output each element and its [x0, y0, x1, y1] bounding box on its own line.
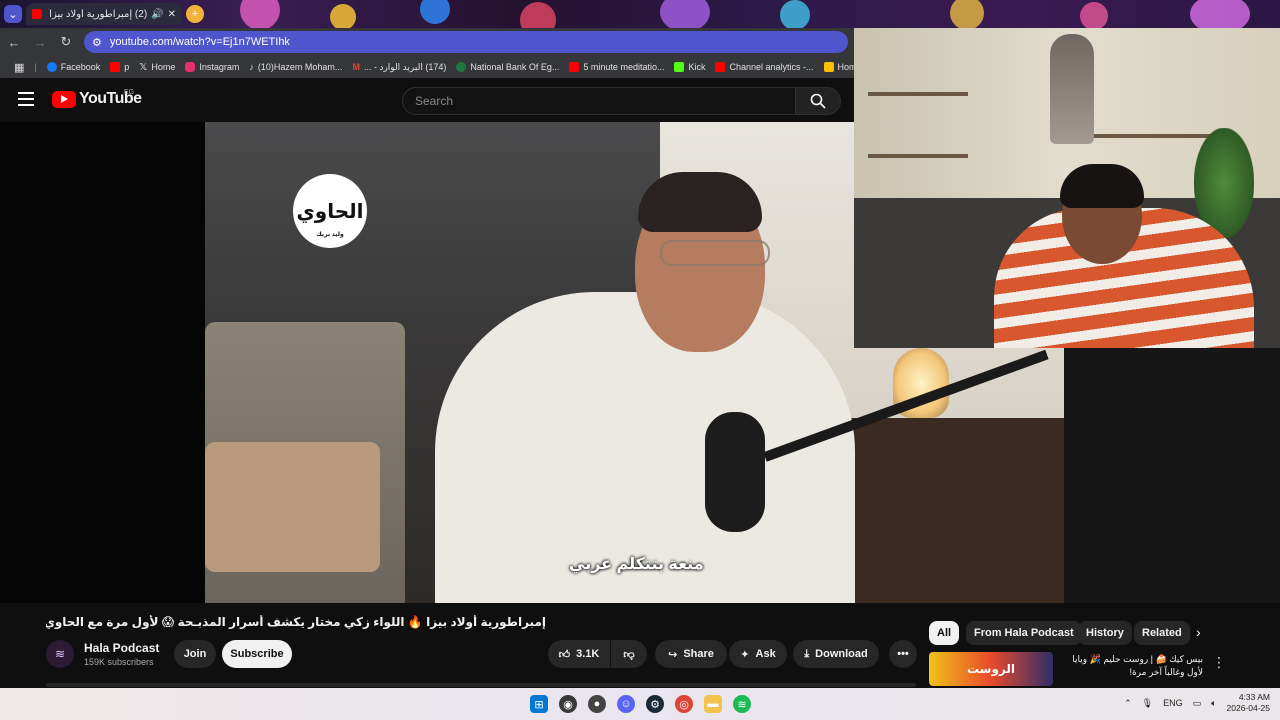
video-info-area: إمبراطورية أولاد بيزا 🔥 اللواء زكي مختار…	[0, 603, 1280, 688]
tray-overflow-icon[interactable]: ⌃	[1124, 698, 1132, 709]
share-arrow-icon: ↪	[668, 648, 678, 661]
bookmark-instagram[interactable]: Instagram	[185, 62, 239, 72]
like-count: 3.1K	[576, 648, 600, 660]
hamburger-menu-icon[interactable]	[18, 92, 34, 106]
system-tray: ⌃ 🎙︎ ENG ▭ 🔈︎ 4:33 AM 2026-04-25	[1124, 692, 1270, 714]
bookmark-channel-analytics[interactable]: Channel analytics -...	[715, 62, 814, 72]
kick-icon	[674, 62, 685, 72]
youtube-favicon-icon	[32, 9, 42, 19]
like-button[interactable]: 👍︎ 3.1K	[548, 640, 610, 668]
region-code: EG	[124, 89, 135, 96]
file-explorer-icon[interactable]: ▬	[704, 695, 722, 713]
clock[interactable]: 4:33 AM 2026-04-25	[1227, 692, 1270, 714]
facebook-icon	[46, 62, 57, 72]
youtube-icon	[110, 62, 121, 72]
channel-name[interactable]: Hala Podcast	[84, 641, 159, 655]
reload-icon[interactable]: ↻	[58, 34, 74, 50]
language-indicator[interactable]: ENG	[1163, 698, 1183, 708]
subscriber-count: 159K subscribers	[84, 657, 154, 667]
spotify-icon[interactable]: ≋	[733, 695, 751, 713]
back-icon[interactable]: ←	[6, 34, 22, 50]
tab-active[interactable]: (2) إمبراطورية أولاد بيزا 🔊 ✕	[26, 3, 182, 25]
close-tab-icon[interactable]: ✕	[168, 9, 176, 20]
channel-watermark-logo: الحاوي وليد بريك	[293, 174, 367, 248]
forward-icon[interactable]: →	[32, 34, 48, 50]
network-icon[interactable]: ▭	[1193, 698, 1202, 709]
x-icon: 𝕏	[139, 61, 148, 73]
video-subtitle: منعة بتتكلم عربي	[569, 556, 704, 573]
search-placeholder: Search	[415, 94, 454, 108]
new-tab-button[interactable]: +	[186, 5, 204, 23]
bookmark-home-drive[interactable]: Home -	[823, 62, 854, 72]
join-button[interactable]: Join	[174, 640, 216, 668]
bookmark-tiktok[interactable]: ♪ (10)Hazem Moham...	[249, 62, 342, 72]
site-info-icon[interactable]: ⚙	[92, 36, 102, 49]
instagram-icon	[185, 62, 196, 72]
bookmark-nbe[interactable]: National Bank Of Eg...	[456, 62, 559, 72]
bookmark-facebook[interactable]: Facebook	[46, 62, 100, 72]
bookmark-home-x[interactable]: 𝕏 Home	[139, 62, 175, 73]
ask-button[interactable]: ✦ Ask	[729, 640, 787, 668]
webcam-overlay	[854, 28, 1280, 348]
recommendation-thumbnail[interactable]: الروست	[929, 652, 1053, 686]
channel-avatar[interactable]: ≋	[46, 640, 74, 668]
youtube-header: YouTube EG Search	[0, 78, 854, 122]
dislike-button[interactable]: 👎︎	[611, 640, 647, 668]
app-icon-1[interactable]: ◉	[559, 695, 577, 713]
download-button[interactable]: ⤓ Download	[793, 640, 879, 668]
discord-icon[interactable]: ☺	[617, 695, 635, 713]
url-text: youtube.com/watch?v=Ej1n7WETIhk	[109, 36, 290, 48]
share-button[interactable]: ↪ Share	[655, 640, 727, 668]
windows-start-icon[interactable]: ⊞	[530, 695, 548, 713]
recommendation-menu-icon[interactable]: ⋮	[1212, 654, 1226, 671]
microphone-icon[interactable]: 🎙︎	[1142, 698, 1153, 709]
thumbs-down-icon: 👎︎	[623, 648, 635, 661]
bookmark-kick[interactable]: Kick	[674, 62, 705, 72]
video-title: إمبراطورية أولاد بيزا 🔥 اللواء زكي مختار…	[46, 615, 546, 629]
search-input[interactable]: Search	[402, 87, 796, 115]
more-dots-icon: •••	[897, 648, 909, 660]
thumbs-up-icon: 👍︎	[558, 648, 571, 661]
volume-icon[interactable]: 🔈︎	[1211, 698, 1216, 709]
drive-icon	[823, 62, 834, 72]
sparkle-icon: ✦	[740, 648, 750, 661]
bookmark-p[interactable]: p	[110, 62, 129, 72]
bookmarks-bar: ▦ | Facebook p 𝕏 Home Instagram ♪ (10)Haze…	[0, 56, 854, 78]
subscribe-button[interactable]: Subscribe	[222, 640, 292, 668]
address-bar[interactable]: ⚙ youtube.com/watch?v=Ej1n7WETIhk	[84, 31, 848, 53]
bookmark-gmail[interactable]: M (174) البريد الوارد - ...	[352, 62, 446, 73]
chip-related[interactable]: Related	[1134, 621, 1190, 645]
youtube-play-icon	[52, 90, 76, 108]
app-icon-2[interactable]: ●	[588, 695, 606, 713]
apps-grid-icon[interactable]: ▦	[14, 61, 24, 74]
bookmark-meditation[interactable]: 5 minute meditatio...	[569, 62, 664, 72]
recommendation-title[interactable]: بيس كيك 🍰 | روست حليم 🎉 ويايا لأول وغالب…	[1058, 653, 1203, 679]
search-icon	[810, 93, 826, 109]
microphone	[705, 412, 765, 532]
more-actions-button[interactable]: •••	[889, 640, 917, 668]
chip-history[interactable]: History	[1078, 621, 1132, 645]
tab-title: (2) إمبراطورية أولاد بيزا	[49, 8, 148, 20]
tab-search-icon[interactable]: ⌄	[4, 5, 22, 23]
tiktok-icon: ♪	[249, 62, 254, 72]
chip-all[interactable]: All	[929, 621, 960, 645]
chevron-right-icon[interactable]: ›	[1196, 624, 1201, 640]
chrome-icon[interactable]: ◎	[675, 695, 693, 713]
chip-from-hala-podcast[interactable]: From Hala Podcast	[966, 621, 1082, 645]
bank-icon	[456, 62, 467, 72]
gmail-icon: M	[352, 62, 360, 72]
audio-icon[interactable]: 🔊	[151, 9, 163, 20]
description-box-edge	[46, 683, 916, 687]
search-button[interactable]	[795, 87, 841, 115]
browser-tab-strip: ⌄ (2) إمبراطورية أولاد بيزا 🔊 ✕ +	[0, 0, 1280, 28]
steam-icon[interactable]: ⚙	[646, 695, 664, 713]
mannequin	[1050, 34, 1094, 144]
browser-toolbar: ← → ↻ ⚙ youtube.com/watch?v=Ej1n7WETIhk	[0, 28, 854, 56]
youtube-studio-icon	[715, 62, 726, 72]
windows-taskbar: ⊞ ◉ ● ☺ ⚙ ◎ ▬ ≋ ⌃ 🎙︎ ENG ▭ 🔈︎ 4:33 AM 20…	[0, 688, 1280, 720]
youtube-icon	[569, 62, 580, 72]
download-icon: ⤓	[804, 647, 810, 660]
